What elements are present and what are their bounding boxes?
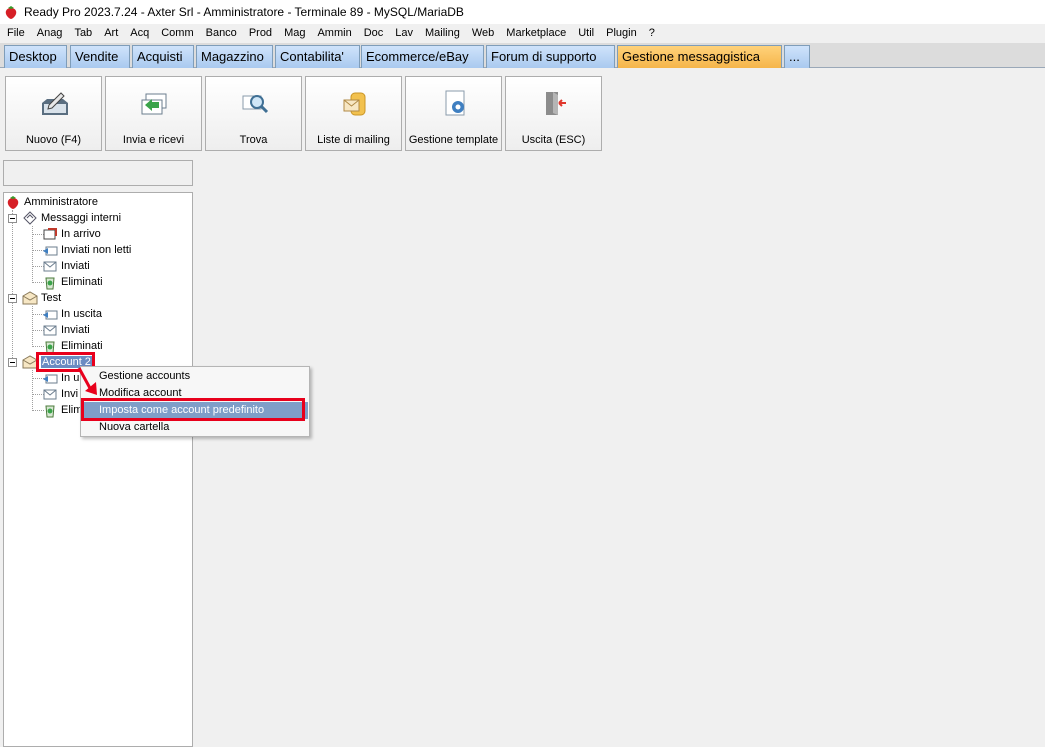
send-receive-icon <box>141 93 167 115</box>
tree-connector <box>12 210 13 362</box>
annotation-arrow-icon <box>77 367 97 395</box>
tab-acquisti[interactable]: Acquisti <box>132 45 194 68</box>
tab-more[interactable]: ... <box>784 45 810 68</box>
sent-icon <box>43 389 57 400</box>
template-icon <box>445 90 465 116</box>
tree-folder-label: Inviati non letti <box>61 244 132 256</box>
menu-bar: File Anag Tab Art Acq Comm Banco Prod Ma… <box>0 24 1045 43</box>
tree-connector <box>32 306 33 347</box>
tree-folder-inviati[interactable]: Inviati <box>42 258 90 274</box>
tree-folder-label: Eliminati <box>61 276 103 288</box>
tree-root-label: Amministratore <box>24 196 98 208</box>
tree-folder-label: In uscita <box>61 308 102 320</box>
menu-lav[interactable]: Lav <box>389 25 419 42</box>
tree-folder-eliminati[interactable]: Elim <box>42 402 82 418</box>
tree-folder-inviati[interactable]: Inviati <box>42 322 90 338</box>
tree-folder-in-arrivo[interactable]: In arrivo <box>42 226 101 242</box>
menu-doc[interactable]: Doc <box>358 25 390 42</box>
tree-folder-label: In arrivo <box>61 228 101 240</box>
tree-folder-inviati-non-letti[interactable]: Inviati non letti <box>42 242 131 258</box>
sent-unread-icon <box>43 246 58 256</box>
menu-marketplace[interactable]: Marketplace <box>500 25 572 42</box>
mailing-list-icon <box>343 92 366 116</box>
find-label: Trova <box>239 134 268 146</box>
find-icon <box>242 95 269 114</box>
toolbar: Nuovo (F4) Invia e ricevi Trova Liste di… <box>0 68 1045 154</box>
exit-label: Uscita (ESC) <box>521 134 586 146</box>
tab-desktop[interactable]: Desktop <box>4 45 67 68</box>
menu-acq[interactable]: Acq <box>124 25 155 42</box>
new-message-label: Nuovo (F4) <box>25 134 82 146</box>
title-bar: Ready Pro 2023.7.24 - Axter Srl - Ammini… <box>0 0 1045 24</box>
sent-icon <box>43 261 57 272</box>
tree-root[interactable]: Amministratore <box>5 194 98 210</box>
find-button[interactable]: Trova <box>205 76 302 151</box>
tree-group-test[interactable]: Test <box>22 290 61 306</box>
mailing-list-label: Liste di mailing <box>317 134 390 146</box>
menu-comm[interactable]: Comm <box>155 25 199 42</box>
sent-icon <box>43 325 57 336</box>
menu-util[interactable]: Util <box>572 25 600 42</box>
tab-forum-di-supporto[interactable]: Forum di supporto <box>486 45 615 68</box>
tree-group-label: Test <box>41 292 62 304</box>
tab-vendite[interactable]: Vendite <box>70 45 130 68</box>
trash-icon <box>45 277 55 290</box>
tree-folder-in-uscita[interactable]: In u <box>42 370 79 386</box>
exit-icon <box>546 92 566 115</box>
tree-folder-in-uscita[interactable]: In uscita <box>42 306 102 322</box>
menu-item-gestione-accounts[interactable]: Gestione accounts <box>83 368 308 385</box>
inbox-icon <box>43 228 57 240</box>
menu-mailing[interactable]: Mailing <box>419 25 466 42</box>
template-button[interactable]: Gestione template <box>405 76 502 151</box>
annotation-highlight-menu-item <box>81 398 305 421</box>
menu-plugin[interactable]: Plugin <box>600 25 643 42</box>
tree-folder-eliminati[interactable]: Eliminati <box>42 274 103 290</box>
menu-web[interactable]: Web <box>466 25 500 42</box>
internal-messages-icon <box>23 211 37 225</box>
menu-art[interactable]: Art <box>98 25 124 42</box>
menu-ammin[interactable]: Ammin <box>311 25 357 42</box>
menu-mag[interactable]: Mag <box>278 25 311 42</box>
tab-contabilita[interactable]: Contabilita' <box>275 45 360 68</box>
exit-button[interactable]: Uscita (ESC) <box>505 76 602 151</box>
menu-tab[interactable]: Tab <box>68 25 98 42</box>
folder-tree: Amministratore Messaggi interni In arriv… <box>3 192 193 747</box>
menu-file[interactable]: File <box>1 25 31 42</box>
collapse-toggle[interactable] <box>8 214 17 223</box>
strawberry-icon <box>5 6 17 19</box>
tree-connector <box>32 370 33 411</box>
tab-magazzino[interactable]: Magazzino <box>196 45 273 68</box>
tab-gestione-messaggistica[interactable]: Gestione messaggistica <box>617 45 782 68</box>
account-icon <box>22 291 38 305</box>
send-receive-label: Invia e ricevi <box>122 134 185 146</box>
tab-ecommerce-ebay[interactable]: Ecommerce/eBay <box>361 45 484 68</box>
menu-prod[interactable]: Prod <box>243 25 278 42</box>
new-message-button[interactable]: Nuovo (F4) <box>5 76 102 151</box>
menu-help[interactable]: ? <box>643 25 661 42</box>
outbox-icon <box>43 310 58 320</box>
new-message-icon <box>42 92 68 115</box>
tree-folder-inviati[interactable]: Invi <box>42 386 78 402</box>
tree-group-label: Messaggi interni <box>41 212 122 224</box>
menu-anag[interactable]: Anag <box>31 25 69 42</box>
menu-banco[interactable]: Banco <box>200 25 243 42</box>
window-title: Ready Pro 2023.7.24 - Axter Srl - Ammini… <box>24 5 464 19</box>
mailing-list-button[interactable]: Liste di mailing <box>305 76 402 151</box>
collapse-toggle[interactable] <box>8 294 17 303</box>
outbox-icon <box>43 374 58 384</box>
tree-folder-label: Eliminati <box>61 340 103 352</box>
menu-item-nuova-cartella[interactable]: Nuova cartella <box>83 419 308 436</box>
tree-group-messaggi-interni[interactable]: Messaggi interni <box>22 210 121 226</box>
send-receive-button[interactable]: Invia e ricevi <box>105 76 202 151</box>
module-tab-bar: Desktop Vendite Acquisti Magazzino Conta… <box>0 43 1045 68</box>
tree-folder-label: Inviati <box>61 260 90 272</box>
strawberry-icon <box>7 196 19 209</box>
tree-folder-label: Inviati <box>61 324 90 336</box>
collapse-toggle[interactable] <box>8 358 17 367</box>
search-input[interactable] <box>3 160 193 186</box>
template-label: Gestione template <box>408 134 499 146</box>
trash-icon <box>45 405 55 418</box>
